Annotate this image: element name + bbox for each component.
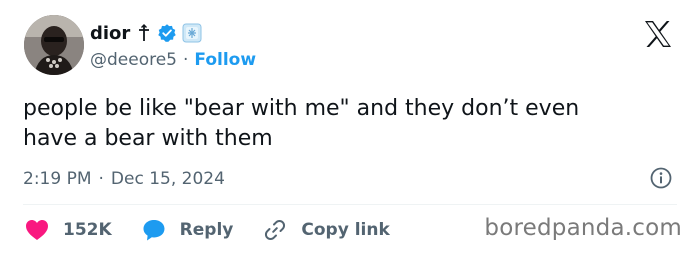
handle-separator: · [183,50,189,70]
copy-link-label: Copy link [301,220,390,240]
timestamp-separator: · [98,169,104,189]
divider [23,204,677,205]
info-icon[interactable] [649,166,673,190]
speech-bubble-icon [142,218,166,242]
heart-icon [25,219,49,241]
action-bar: 152K Reply Copy link [23,214,390,246]
like-button[interactable]: 152K [25,219,112,241]
tweet-date: Dec 15, 2024 [110,169,225,189]
follow-button[interactable]: Follow [194,50,256,70]
watermark: boredpanda.com [484,215,682,241]
x-logo-icon[interactable] [643,20,673,48]
link-icon [263,218,287,242]
copy-link-button[interactable]: Copy link [263,218,390,242]
verified-badge-icon [157,23,177,43]
reply-label: Reply [179,220,234,240]
tweet-timestamp[interactable]: 2:19 PM · Dec 15, 2024 [23,167,225,191]
tweet-text: people be like "bear with me" and they d… [23,96,580,151]
author-name-row: dior [90,20,202,46]
reply-button[interactable]: Reply [142,218,234,242]
display-name[interactable]: dior [90,23,130,44]
tweet-time: 2:19 PM [23,169,92,189]
avatar[interactable] [24,15,84,75]
avatar-photo [24,15,84,75]
cross-icon [137,24,151,42]
user-handle[interactable]: @deeore5 [90,50,177,70]
emoji-badge-icon [182,23,202,43]
like-count: 152K [63,220,112,240]
handle-row: @deeore5 · Follow [90,48,256,72]
